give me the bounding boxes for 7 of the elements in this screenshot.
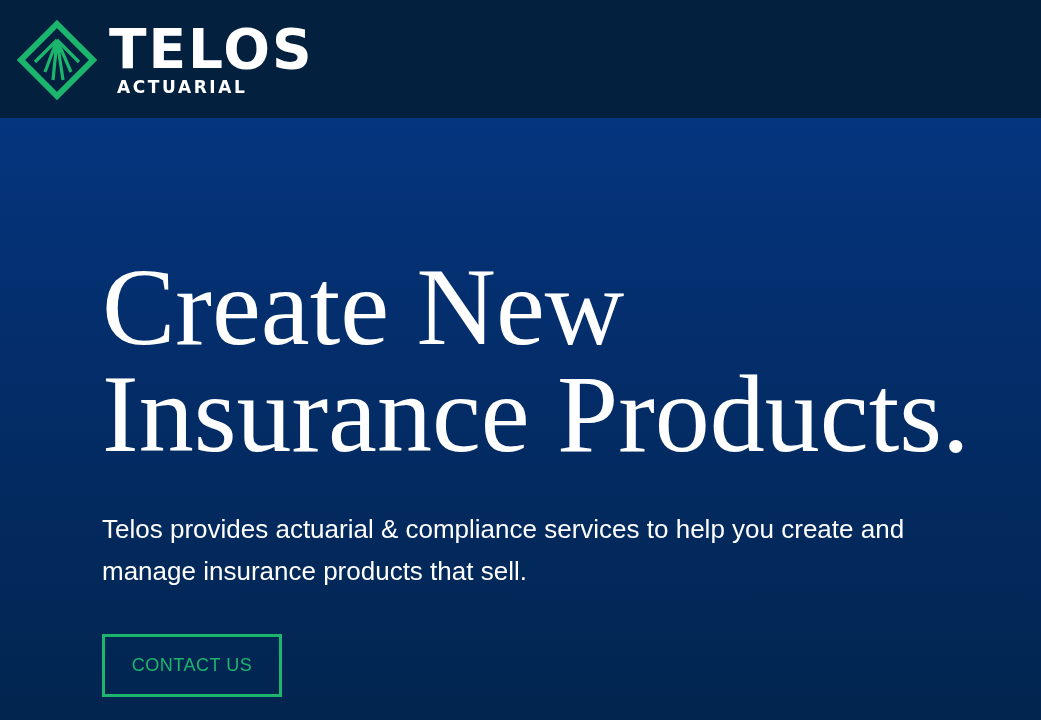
hero-headline: Create New Insurance Products. <box>102 254 971 468</box>
diamond-fan-logo-icon <box>17 20 97 100</box>
logo-subtitle: ACTUARIAL <box>117 77 248 97</box>
logo-link[interactable]: TELOS ACTUARIAL <box>17 18 314 100</box>
contact-button[interactable]: CONTACT US <box>102 634 282 697</box>
logo-wordmark: TELOS <box>109 23 314 75</box>
hero-description: Telos provides actuarial & compliance services to help you create and manage insurance products that sell. <box>102 513 906 588</box>
